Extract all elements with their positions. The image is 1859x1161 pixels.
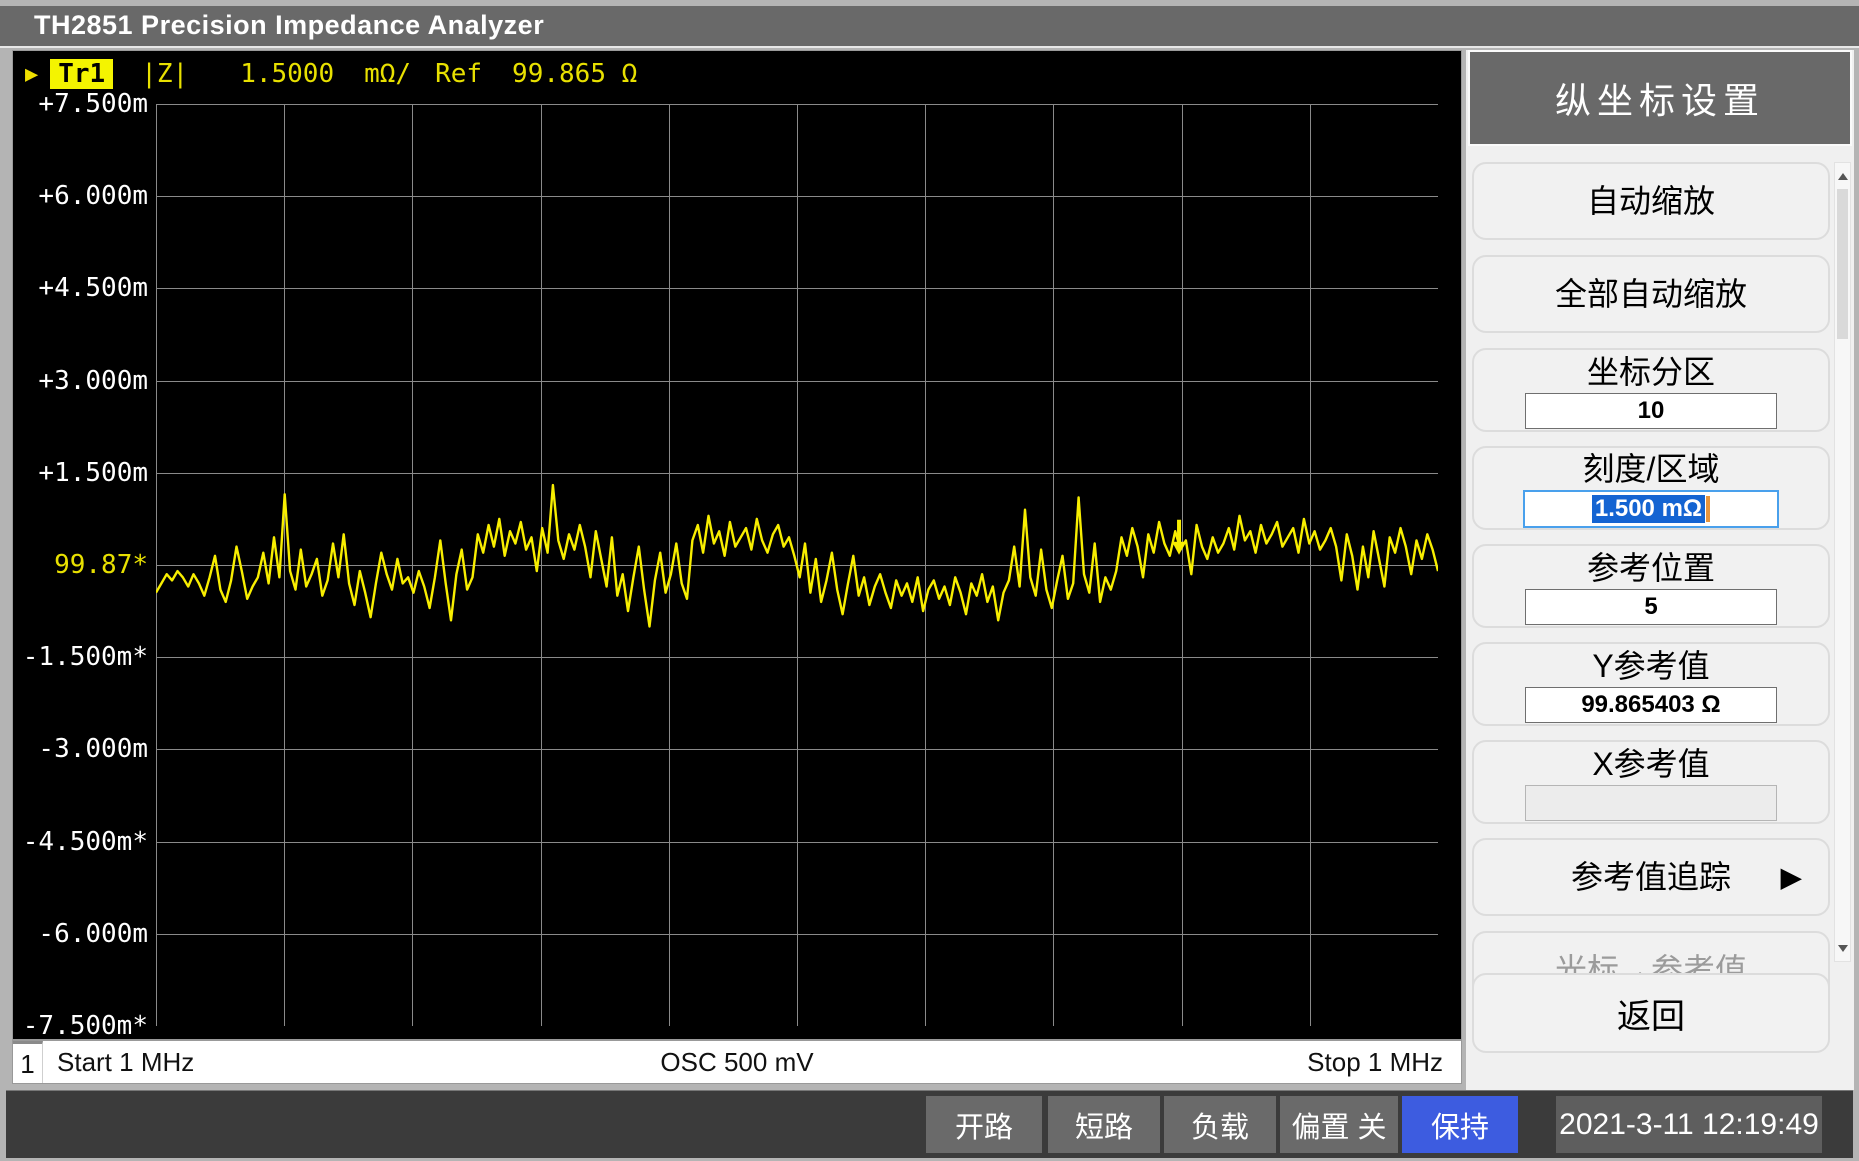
y-axis-tick-label: +4.500m <box>13 273 153 303</box>
bias-toggle-button[interactable]: 偏置 关 <box>1280 1096 1398 1153</box>
active-trace-arrow-icon: ▶ <box>25 62 38 87</box>
sidebar-item-label: 参考值追踪 <box>1571 858 1731 896</box>
y-axis-tick-label: +6.000m <box>13 181 153 211</box>
sidebar-item-auto-scale-all[interactable]: 全部自动缩放 <box>1472 255 1830 333</box>
osc-level-label: OSC 500 mV <box>13 1047 1461 1078</box>
y-axis-tick-label: +1.500m <box>13 458 153 488</box>
plot-panel: ▶ Tr1 |Z| 1.5000 mΩ/ Ref 99.865 Ω +7.500… <box>12 50 1462 1040</box>
submenu-arrow-icon: ▶ <box>1780 861 1802 894</box>
y-axis-reference-label: 99.87* <box>13 550 153 580</box>
scrollbar-up-icon[interactable] <box>1835 165 1850 187</box>
sidebar-item-label: 全部自动缩放 <box>1555 275 1747 313</box>
datetime-display: 2021-3-11 12:19:49 <box>1556 1096 1822 1153</box>
y-reference-value-input[interactable]: 99.865403 Ω <box>1525 687 1777 723</box>
hold-button[interactable]: 保持 <box>1402 1096 1518 1153</box>
sidebar-item-label: 自动缩放 <box>1587 182 1715 220</box>
sidebar-item-label: X参考值 <box>1592 745 1709 783</box>
title-bar: TH2851 Precision Impedance Analyzer <box>0 6 1859 48</box>
measurement-graph <box>156 104 1438 1026</box>
bottom-toolbar: 2021-3-11 12:19:49 开路短路负载偏置 关保持 <box>6 1090 1853 1158</box>
sweep-stop-label: Stop 1 MHz <box>1307 1047 1443 1078</box>
app-window: TH2851 Precision Impedance Analyzer ▶ Tr… <box>0 0 1859 1161</box>
sidebar-item-x-reference-value[interactable]: X参考值 <box>1472 740 1830 824</box>
sidebar-item-divisions[interactable]: 坐标分区10 <box>1472 348 1830 432</box>
window-title: TH2851 Precision Impedance Analyzer <box>34 10 544 41</box>
sidebar-item-reference-tracking[interactable]: 参考值追踪 ▶ <box>1472 838 1830 916</box>
trace-ref-label: Ref <box>435 59 482 89</box>
sidebar-item-label: 刻度/区域 <box>1583 450 1720 488</box>
panel-title: 纵坐标设置 <box>1468 50 1852 146</box>
sidebar-item-scale-per-division[interactable]: 刻度/区域 1.500 mΩ <box>1472 446 1830 530</box>
sidebar-item-label: Y参考值 <box>1592 647 1709 685</box>
sidebar-item-auto-scale[interactable]: 自动缩放 <box>1472 162 1830 240</box>
trace-scale-value: 1.5000 <box>240 59 334 89</box>
scale-per-division-input[interactable]: 1.500 mΩ <box>1523 490 1779 528</box>
y-axis-settings-panel: 纵坐标设置 自动缩放全部自动缩放坐标分区10刻度/区域1.500 mΩ参考位置5… <box>1466 50 1854 1090</box>
sidebar-item-label: 参考位置 <box>1587 549 1715 587</box>
scrollbar-thumb[interactable] <box>1837 189 1848 339</box>
trace-status-line: ▶ Tr1 |Z| 1.5000 mΩ/ Ref 99.865 Ω <box>25 57 637 91</box>
y-axis-tick-label: -7.500m* <box>13 1011 153 1041</box>
sidebar-item-y-reference-value[interactable]: Y参考值99.865403 Ω <box>1472 642 1830 726</box>
short-correction-button[interactable]: 短路 <box>1048 1096 1160 1153</box>
y-axis-tick-label: +7.500m <box>13 89 153 119</box>
selected-text: 1.500 mΩ <box>1592 495 1705 523</box>
y-axis-tick-label: -4.500m* <box>13 827 153 857</box>
y-axis-tick-label: +3.000m <box>13 366 153 396</box>
sidebar-scroll-area: 自动缩放全部自动缩放坐标分区10刻度/区域1.500 mΩ参考位置5Y参考值99… <box>1472 162 1830 1072</box>
divisions-input[interactable]: 10 <box>1525 393 1777 429</box>
sidebar-item-label: 坐标分区 <box>1587 353 1715 391</box>
text-cursor <box>1706 496 1710 522</box>
sweep-info-bar: 1 Start 1 MHz OSC 500 mV Stop 1 MHz <box>12 1040 1462 1084</box>
x-reference-value-input[interactable] <box>1525 785 1777 821</box>
y-axis-tick-label: -1.500m* <box>13 642 153 672</box>
sidebar-scrollbar[interactable] <box>1834 162 1851 962</box>
reference-position-input[interactable]: 5 <box>1525 589 1777 625</box>
trace-scale-unit: mΩ/ <box>364 59 411 89</box>
sidebar-item-reference-position[interactable]: 参考位置5 <box>1472 544 1830 628</box>
trace-parameter: |Z| <box>141 59 188 89</box>
trace-ref-value: 99.865 Ω <box>512 59 637 89</box>
open-correction-button[interactable]: 开路 <box>926 1096 1042 1153</box>
y-axis-tick-label: -6.000m <box>13 919 153 949</box>
back-button[interactable]: 返回 <box>1472 973 1830 1053</box>
scrollbar-down-icon[interactable] <box>1835 937 1850 959</box>
trace-name-badge[interactable]: Tr1 <box>50 59 113 89</box>
load-correction-button[interactable]: 负载 <box>1164 1096 1276 1153</box>
y-axis-tick-label: -3.000m <box>13 734 153 764</box>
